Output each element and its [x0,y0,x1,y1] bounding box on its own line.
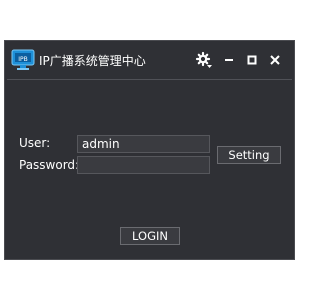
user-input[interactable] [77,135,210,153]
maximize-icon[interactable] [243,51,261,69]
gear-icon[interactable] [195,51,213,69]
minimize-icon[interactable] [220,51,238,69]
password-input[interactable] [77,156,210,174]
login-window: IPB IP广播系统管理中心 User: admin Password: Set… [4,40,295,260]
login-button[interactable]: LOGIN [120,227,180,245]
setting-button[interactable]: Setting [217,146,281,164]
app-logo-icon: IPB [11,49,35,70]
app-logo-text: IPB [18,56,28,63]
close-icon[interactable] [266,51,284,69]
password-label: Password: [19,158,80,172]
title-bar[interactable]: IPB IP广播系统管理中心 [5,41,294,79]
title-divider [7,79,292,80]
user-label: User: [19,136,51,150]
window-title: IP广播系统管理中心 [39,54,146,68]
